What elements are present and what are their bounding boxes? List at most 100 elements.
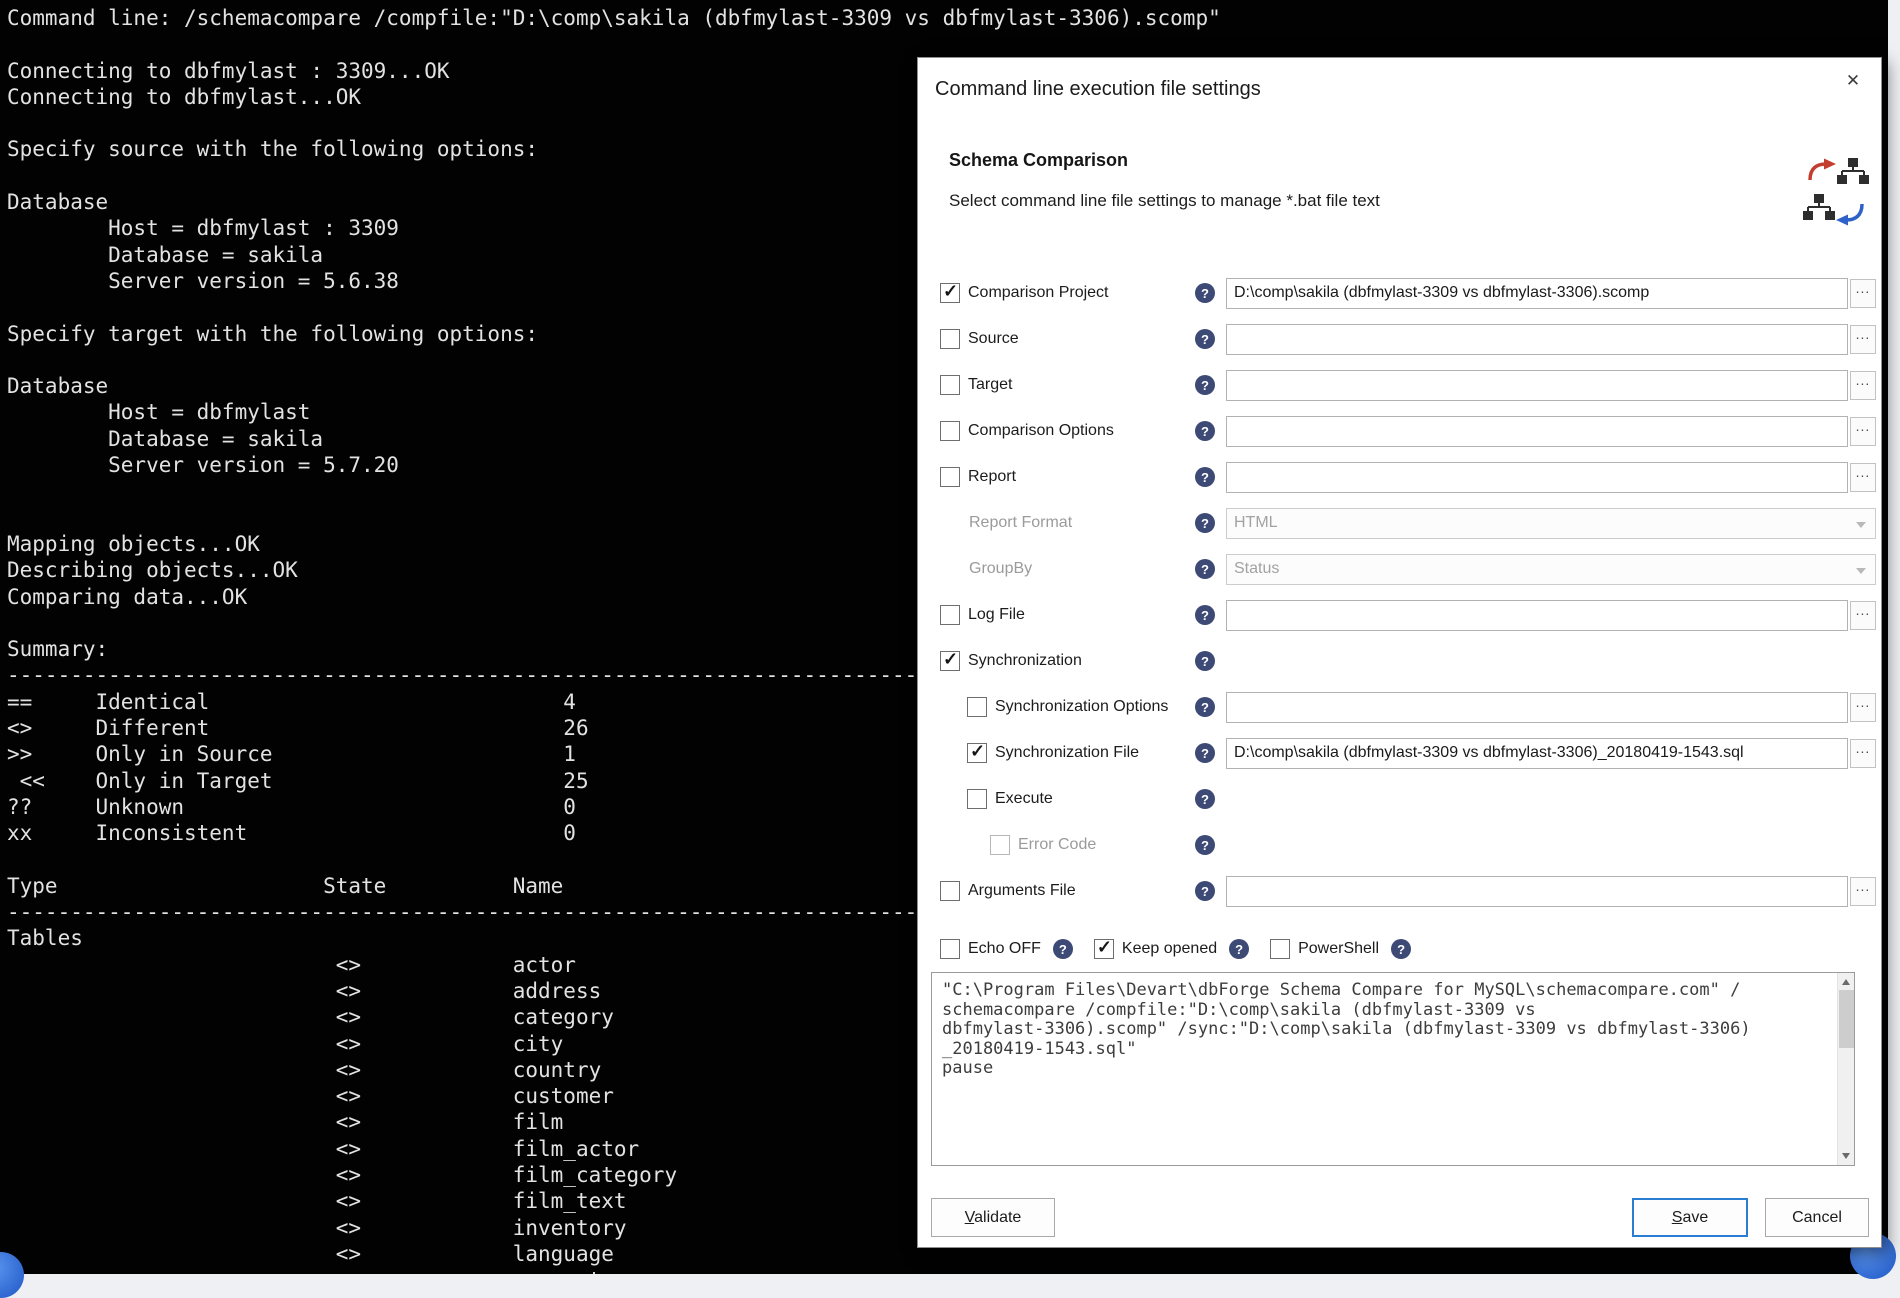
dialog-subtitle: Select command line file settings to man… — [949, 191, 1881, 211]
report-format-select: HTML — [1226, 508, 1876, 539]
scroll-down-icon[interactable] — [1842, 1153, 1850, 1159]
dialog-titlebar: Command line execution file settings ✕ — [918, 58, 1881, 110]
log-file-browse-button[interactable]: ... — [1850, 601, 1876, 630]
powershell-checkbox[interactable] — [1270, 939, 1290, 959]
synchronization-options-input[interactable] — [1226, 692, 1848, 723]
validate-button[interactable]: Validate — [931, 1198, 1055, 1237]
synchronization-file-input[interactable]: D:\comp\sakila (dbfmylast-3309 vs dbfmyl… — [1226, 738, 1848, 769]
comparison-options-input[interactable] — [1226, 416, 1848, 447]
error-code-label: Error Code — [1018, 836, 1096, 854]
comparison-options-label: Comparison Options — [968, 422, 1114, 440]
arguments-file-browse-button[interactable]: ... — [1850, 877, 1876, 906]
scrollbar[interactable] — [1837, 973, 1854, 1165]
execute-checkbox[interactable] — [967, 789, 987, 809]
help-icon[interactable]: ? — [1195, 881, 1215, 901]
powershell-option: PowerShell ? — [1270, 939, 1411, 959]
help-icon[interactable]: ? — [1195, 329, 1215, 349]
error-code-checkbox — [990, 835, 1010, 855]
row-log-file: Log File ? ... — [931, 592, 1876, 638]
help-icon[interactable]: ? — [1229, 939, 1249, 959]
dialog-footer: Validate Save Cancel — [931, 1198, 1876, 1237]
options-row: Echo OFF ? Keep opened ? PowerShell ? — [931, 934, 1876, 964]
source-input[interactable] — [1226, 324, 1848, 355]
help-icon[interactable]: ? — [1195, 421, 1215, 441]
row-target: Target ? ... — [931, 362, 1876, 408]
synchronization-label: Synchronization — [968, 652, 1082, 670]
synchronization-file-value: D:\comp\sakila (dbfmylast-3309 vs dbfmyl… — [1234, 744, 1744, 762]
powershell-label: PowerShell — [1298, 940, 1379, 958]
keep-opened-checkbox[interactable] — [1094, 939, 1114, 959]
row-arguments-file: Arguments File ? ... — [931, 868, 1876, 914]
schema-comparison-heading: Schema Comparison — [949, 150, 1881, 171]
bat-preview-textarea[interactable]: "C:\Program Files\Devart\dbForge Schema … — [931, 972, 1855, 1166]
help-icon[interactable]: ? — [1195, 789, 1215, 809]
row-groupby: GroupBy ? Status — [931, 546, 1876, 592]
arguments-file-input[interactable] — [1226, 876, 1848, 907]
comparison-project-checkbox[interactable] — [940, 283, 960, 303]
groupby-label: GroupBy — [969, 560, 1032, 578]
log-file-input[interactable] — [1226, 600, 1848, 631]
comparison-project-value: D:\comp\sakila (dbfmylast-3309 vs dbfmyl… — [1234, 284, 1649, 302]
echo-off-checkbox[interactable] — [940, 939, 960, 959]
source-browse-button[interactable]: ... — [1850, 325, 1876, 354]
synchronization-checkbox[interactable] — [940, 651, 960, 671]
help-icon[interactable]: ? — [1195, 283, 1215, 303]
report-label: Report — [968, 468, 1016, 486]
report-checkbox[interactable] — [940, 467, 960, 487]
target-input[interactable] — [1226, 370, 1848, 401]
scrollbar-thumb[interactable] — [1839, 990, 1854, 1048]
help-icon[interactable]: ? — [1195, 835, 1215, 855]
row-comparison-project: Comparison Project ? D:\comp\sakila (dbf… — [931, 270, 1876, 316]
keep-opened-label: Keep opened — [1122, 940, 1217, 958]
comparison-project-browse-button[interactable]: ... — [1850, 279, 1876, 308]
comparison-project-input[interactable]: D:\comp\sakila (dbfmylast-3309 vs dbfmyl… — [1226, 278, 1848, 309]
report-input[interactable] — [1226, 462, 1848, 493]
target-browse-button[interactable]: ... — [1850, 371, 1876, 400]
help-icon[interactable]: ? — [1391, 939, 1411, 959]
synchronization-options-label: Synchronization Options — [995, 698, 1168, 716]
log-file-checkbox[interactable] — [940, 605, 960, 625]
row-execute: Execute ? — [931, 776, 1876, 822]
groupby-value: Status — [1234, 560, 1279, 578]
arguments-file-label: Arguments File — [968, 882, 1076, 900]
row-error-code: Error Code ? — [931, 822, 1876, 868]
help-icon[interactable]: ? — [1195, 743, 1215, 763]
help-icon[interactable]: ? — [1195, 375, 1215, 395]
help-icon[interactable]: ? — [1195, 513, 1215, 533]
comparison-project-label: Comparison Project — [968, 284, 1109, 302]
command-line-settings-dialog: Command line execution file settings ✕ S… — [917, 57, 1882, 1248]
cancel-button[interactable]: Cancel — [1765, 1198, 1869, 1237]
schema-compare-icon — [1803, 158, 1869, 226]
keep-opened-option: Keep opened ? — [1094, 939, 1249, 959]
synchronization-file-label: Synchronization File — [995, 744, 1139, 762]
bat-preview-text: "C:\Program Files\Devart\dbForge Schema … — [932, 973, 1854, 1079]
help-icon[interactable]: ? — [1053, 939, 1073, 959]
report-format-value: HTML — [1234, 514, 1278, 532]
synchronization-file-checkbox[interactable] — [967, 743, 987, 763]
save-button[interactable]: Save — [1632, 1198, 1748, 1237]
help-icon[interactable]: ? — [1195, 697, 1215, 717]
close-icon[interactable]: ✕ — [1835, 66, 1871, 96]
groupby-select: Status — [1226, 554, 1876, 585]
scroll-up-icon[interactable] — [1842, 979, 1850, 985]
target-label: Target — [968, 376, 1012, 394]
help-icon[interactable]: ? — [1195, 559, 1215, 579]
synchronization-options-browse-button[interactable]: ... — [1850, 693, 1876, 722]
help-icon[interactable]: ? — [1195, 605, 1215, 625]
arguments-file-checkbox[interactable] — [940, 881, 960, 901]
echo-off-label: Echo OFF — [968, 940, 1041, 958]
row-report-format: Report Format ? HTML — [931, 500, 1876, 546]
synchronization-file-browse-button[interactable]: ... — [1850, 739, 1876, 768]
source-checkbox[interactable] — [940, 329, 960, 349]
report-browse-button[interactable]: ... — [1850, 463, 1876, 492]
target-checkbox[interactable] — [940, 375, 960, 395]
help-icon[interactable]: ? — [1195, 467, 1215, 487]
dialog-body: Comparison Project ? D:\comp\sakila (dbf… — [918, 270, 1881, 1237]
row-source: Source ? ... — [931, 316, 1876, 362]
help-icon[interactable]: ? — [1195, 651, 1215, 671]
comparison-options-checkbox[interactable] — [940, 421, 960, 441]
comparison-options-browse-button[interactable]: ... — [1850, 417, 1876, 446]
synchronization-options-checkbox[interactable] — [967, 697, 987, 717]
echo-off-option: Echo OFF ? — [940, 939, 1073, 959]
log-file-label: Log File — [968, 606, 1025, 624]
